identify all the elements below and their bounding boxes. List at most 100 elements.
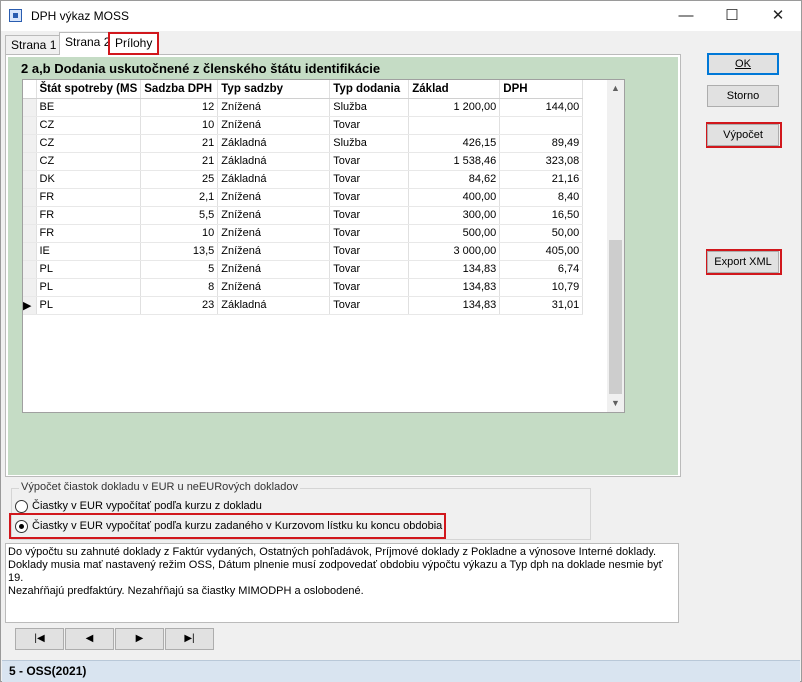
table-cell[interactable]: 12 bbox=[140, 98, 219, 117]
table-cell[interactable]: Tovar bbox=[329, 152, 410, 171]
ok-button[interactable]: OK bbox=[707, 53, 779, 75]
table-cell[interactable]: Tovar bbox=[329, 170, 410, 189]
row-selector[interactable] bbox=[23, 242, 37, 261]
table-cell[interactable]: CZ bbox=[36, 134, 142, 153]
table-cell[interactable]: 134,83 bbox=[408, 278, 501, 297]
table-cell[interactable]: 1 200,00 bbox=[408, 98, 501, 117]
table-cell[interactable] bbox=[499, 116, 584, 135]
column-header[interactable]: Štát spotreby (MS bbox=[36, 80, 142, 99]
table-cell[interactable]: Znížená bbox=[217, 206, 331, 225]
table-cell[interactable]: Tovar bbox=[329, 224, 410, 243]
table-cell[interactable]: 25 bbox=[140, 170, 219, 189]
table-cell[interactable]: FR bbox=[36, 188, 142, 207]
close-button[interactable]: ✕ bbox=[755, 1, 801, 31]
table-cell[interactable]: FR bbox=[36, 224, 142, 243]
scroll-up-icon[interactable]: ▲ bbox=[607, 80, 624, 97]
table-cell[interactable]: 3 000,00 bbox=[408, 242, 501, 261]
table-cell[interactable]: 1 538,46 bbox=[408, 152, 501, 171]
table-cell[interactable]: Základná bbox=[217, 134, 331, 153]
nav-first-button[interactable]: |◀ bbox=[15, 628, 64, 650]
row-selector[interactable] bbox=[23, 278, 37, 297]
maximize-button[interactable]: ☐ bbox=[709, 1, 755, 31]
table-cell[interactable]: 10 bbox=[140, 224, 219, 243]
table-cell[interactable]: Tovar bbox=[329, 278, 410, 297]
table-cell[interactable]: 21,16 bbox=[499, 170, 584, 189]
table-cell[interactable]: 16,50 bbox=[499, 206, 584, 225]
table-cell[interactable]: PL bbox=[36, 260, 142, 279]
vertical-scrollbar[interactable]: ▲ ▼ bbox=[607, 80, 624, 412]
table-cell[interactable]: 13,5 bbox=[140, 242, 219, 261]
table-cell[interactable]: 84,62 bbox=[408, 170, 501, 189]
table-cell[interactable]: 31,01 bbox=[499, 296, 584, 315]
table-cell[interactable]: 50,00 bbox=[499, 224, 584, 243]
table-cell[interactable]: 5,5 bbox=[140, 206, 219, 225]
table-row[interactable]: FR 5,5 Znížená Tovar 300,00 16,50 bbox=[23, 206, 584, 225]
row-selector[interactable] bbox=[23, 134, 37, 153]
tab-prilohy[interactable]: Prílohy bbox=[108, 32, 160, 55]
table-cell[interactable]: 8 bbox=[140, 278, 219, 297]
row-selector[interactable] bbox=[23, 152, 37, 171]
scroll-thumb[interactable] bbox=[609, 240, 622, 394]
table-cell[interactable]: Znížená bbox=[217, 242, 331, 261]
table-row[interactable]: CZ 21 Základná Tovar 1 538,46 323,08 bbox=[23, 152, 584, 171]
scroll-down-icon[interactable]: ▼ bbox=[607, 395, 624, 412]
table-cell[interactable]: Znížená bbox=[217, 260, 331, 279]
table-cell[interactable]: 23 bbox=[140, 296, 219, 315]
table-cell[interactable]: 134,83 bbox=[408, 260, 501, 279]
nav-prev-button[interactable]: ◀ bbox=[65, 628, 114, 650]
table-cell[interactable]: BE bbox=[36, 98, 142, 117]
table-cell[interactable]: Znížená bbox=[217, 224, 331, 243]
table-cell[interactable]: 6,74 bbox=[499, 260, 584, 279]
table-cell[interactable]: CZ bbox=[36, 152, 142, 171]
row-selector[interactable] bbox=[23, 116, 37, 135]
table-cell[interactable]: 400,00 bbox=[408, 188, 501, 207]
table-cell[interactable]: CZ bbox=[36, 116, 142, 135]
table-cell[interactable]: 10 bbox=[140, 116, 219, 135]
table-cell[interactable]: Tovar bbox=[329, 260, 410, 279]
table-row[interactable]: PL 8 Znížená Tovar 134,83 10,79 bbox=[23, 278, 584, 297]
table-cell[interactable]: 134,83 bbox=[408, 296, 501, 315]
table-cell[interactable]: 2,1 bbox=[140, 188, 219, 207]
minimize-button[interactable]: — bbox=[663, 1, 709, 31]
row-selector[interactable]: ▶ bbox=[23, 296, 37, 315]
table-cell[interactable]: 500,00 bbox=[408, 224, 501, 243]
row-selector[interactable] bbox=[23, 260, 37, 279]
table-cell[interactable]: 323,08 bbox=[499, 152, 584, 171]
table-cell[interactable]: Znížená bbox=[217, 188, 331, 207]
table-cell[interactable]: 5 bbox=[140, 260, 219, 279]
table-row[interactable]: FR 2,1 Znížená Tovar 400,00 8,40 bbox=[23, 188, 584, 207]
nav-last-button[interactable]: ▶| bbox=[165, 628, 214, 650]
table-cell[interactable]: Tovar bbox=[329, 296, 410, 315]
storno-button[interactable]: Storno bbox=[707, 85, 779, 107]
table-cell[interactable]: Tovar bbox=[329, 242, 410, 261]
row-selector[interactable] bbox=[23, 170, 37, 189]
row-selector[interactable] bbox=[23, 98, 37, 117]
table-cell[interactable]: Tovar bbox=[329, 188, 410, 207]
table-cell[interactable]: PL bbox=[36, 296, 142, 315]
table-cell[interactable] bbox=[408, 116, 501, 135]
table-cell[interactable]: FR bbox=[36, 206, 142, 225]
table-row[interactable]: DK 25 Základná Tovar 84,62 21,16 bbox=[23, 170, 584, 189]
table-cell[interactable]: Tovar bbox=[329, 116, 410, 135]
table-cell[interactable]: Znížená bbox=[217, 116, 331, 135]
table-cell[interactable]: Znížená bbox=[217, 278, 331, 297]
table-cell[interactable]: 8,40 bbox=[499, 188, 584, 207]
radio-rate-from-exchange-list[interactable]: Čiastky v EUR vypočítať podľa kurzu zada… bbox=[15, 517, 442, 535]
table-row[interactable]: IE 13,5 Znížená Tovar 3 000,00 405,00 bbox=[23, 242, 584, 261]
radio-off-icon[interactable] bbox=[15, 499, 28, 513]
vypocet-button[interactable]: Výpočet bbox=[707, 124, 779, 146]
table-cell[interactable]: Služba bbox=[329, 98, 410, 117]
table-cell[interactable]: 89,49 bbox=[499, 134, 584, 153]
table-row[interactable]: BE 12 Znížená Služba 1 200,00 144,00 bbox=[23, 98, 584, 117]
table-row[interactable]: CZ 10 Znížená Tovar bbox=[23, 116, 584, 135]
table-row[interactable]: FR 10 Znížená Tovar 500,00 50,00 bbox=[23, 224, 584, 243]
table-cell[interactable]: IE bbox=[36, 242, 142, 261]
table-cell[interactable]: Základná bbox=[217, 296, 331, 315]
nav-next-button[interactable]: ▶ bbox=[115, 628, 164, 650]
table-cell[interactable]: 21 bbox=[140, 134, 219, 153]
row-selector[interactable] bbox=[23, 224, 37, 243]
table-cell[interactable]: 405,00 bbox=[499, 242, 584, 261]
table-cell[interactable]: Služba bbox=[329, 134, 410, 153]
column-header[interactable]: Základ bbox=[408, 80, 501, 99]
table-row[interactable]: CZ 21 Základná Služba 426,15 89,49 bbox=[23, 134, 584, 153]
